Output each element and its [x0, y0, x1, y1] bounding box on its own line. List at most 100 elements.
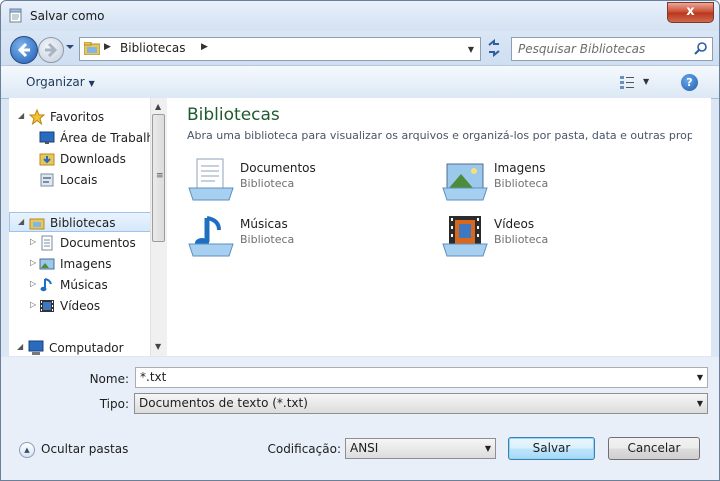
title-bar: Salvar como x	[1, 1, 719, 31]
encoding-label: Codificação:	[267, 442, 341, 456]
tree-item-computer[interactable]: ◢ Computador	[9, 338, 151, 356]
chevron-down-icon: ▼	[88, 79, 95, 88]
tree-label: Downloads	[60, 152, 126, 166]
videos-icon	[40, 300, 54, 312]
library-type: Biblioteca	[494, 233, 549, 246]
library-tile-music[interactable]: Músicas Biblioteca	[187, 214, 427, 258]
address-dropdown-icon[interactable]: ▼	[468, 45, 474, 54]
downloads-folder-icon	[39, 153, 55, 166]
music-icon	[40, 278, 52, 292]
library-type: Biblioteca	[240, 233, 295, 246]
file-name-label: Nome:	[89, 372, 129, 386]
library-tile-documents[interactable]: Documentos Biblioteca	[187, 158, 427, 202]
forward-arrow-icon	[45, 42, 58, 58]
library-type: Biblioteca	[240, 177, 295, 190]
file-name-input[interactable]: *.txt ▼	[135, 367, 708, 388]
close-button[interactable]: x	[667, 2, 714, 23]
music-library-icon	[188, 216, 234, 257]
recent-pages-dropdown-icon[interactable]	[66, 43, 74, 51]
organize-label: Organizar	[26, 75, 85, 89]
cancel-button[interactable]: Cancelar	[608, 437, 700, 460]
tree-item-desktop[interactable]: Área de Trabalho	[9, 128, 161, 148]
tree-item-documents[interactable]: ▷ Documentos	[9, 233, 151, 253]
notepad-icon	[9, 8, 22, 23]
recent-places-icon	[40, 173, 54, 187]
navigation-pane-scrollbar[interactable]: ▲ ≡ ▼	[150, 98, 167, 356]
documents-icon	[41, 235, 53, 251]
chevron-up-icon: ▲	[19, 442, 35, 458]
navigation-pane[interactable]: ◢ Favoritos Área de Trabalho Downloads L…	[9, 98, 167, 356]
tree-item-recent-places[interactable]: Locais	[9, 170, 151, 190]
encoding-select[interactable]: ANSI ▼	[345, 438, 496, 459]
expand-arrow-icon[interactable]: ▷	[30, 300, 36, 309]
chevron-down-icon[interactable]: ▼	[485, 444, 491, 453]
tree-label: Favoritos	[50, 110, 105, 124]
tree-label: Locais	[60, 173, 98, 187]
breadcrumb-arrow-icon[interactable]: ▶	[104, 42, 111, 52]
tree-item-music[interactable]: ▷ Músicas	[9, 275, 151, 295]
tree-label: Bibliotecas	[50, 216, 116, 230]
tree-label: Imagens	[60, 257, 112, 271]
tree-label: Computador	[49, 341, 124, 355]
libraries-folder-icon	[84, 42, 100, 55]
expand-arrow-icon[interactable]: ▷	[30, 258, 36, 267]
library-name: Documentos	[240, 161, 316, 175]
content-pane: Bibliotecas Abra uma biblioteca para vis…	[167, 98, 711, 356]
library-type: Biblioteca	[494, 177, 549, 190]
file-type-value: Documentos de texto (*.txt)	[139, 396, 308, 410]
chevron-down-icon[interactable]: ▼	[697, 399, 703, 408]
desktop-icon	[39, 131, 55, 144]
scroll-down-arrow-icon[interactable]: ▼	[155, 342, 161, 351]
refresh-icon[interactable]	[483, 37, 505, 59]
library-tile-videos[interactable]: Vídeos Biblioteca	[441, 214, 681, 258]
organize-menu-button[interactable]: Organizar ▼	[26, 75, 95, 89]
tree-item-pictures[interactable]: ▷ Imagens	[9, 254, 151, 274]
scrollbar-grip-icon: ≡	[156, 171, 164, 181]
file-type-label: Tipo:	[99, 397, 129, 411]
collapse-arrow-icon[interactable]: ◢	[18, 111, 24, 120]
search-input[interactable]	[516, 40, 690, 58]
collapse-arrow-icon[interactable]: ◢	[18, 217, 24, 226]
library-name: Imagens	[494, 161, 546, 175]
view-dropdown-icon[interactable]: ▼	[643, 77, 649, 86]
encoding-value: ANSI	[350, 441, 379, 455]
expand-arrow-icon[interactable]: ▷	[30, 237, 36, 246]
forward-button[interactable]	[38, 37, 64, 63]
tree-label: Documentos	[60, 236, 136, 250]
scrollbar-thumb[interactable]: ≡	[152, 114, 165, 242]
address-bar[interactable]: ▶ Bibliotecas ▶ ▼	[79, 37, 481, 61]
tree-label: Área de Trabalho	[60, 131, 162, 145]
tree-item-favorites[interactable]: ◢ Favoritos	[9, 107, 151, 127]
videos-library-icon	[442, 216, 488, 257]
save-button[interactable]: Salvar	[508, 437, 595, 460]
change-view-icon[interactable]	[619, 74, 635, 90]
computer-icon	[28, 340, 44, 355]
help-icon[interactable]: ?	[681, 74, 698, 91]
search-icon[interactable]	[694, 41, 708, 55]
tree-item-downloads[interactable]: Downloads	[9, 149, 151, 169]
collapse-arrow-icon[interactable]: ◢	[17, 342, 23, 351]
library-name: Músicas	[240, 217, 288, 231]
pictures-icon	[39, 258, 55, 270]
library-name: Vídeos	[494, 217, 535, 231]
file-type-select[interactable]: Documentos de texto (*.txt) ▼	[134, 393, 708, 414]
command-toolbar: Organizar ▼ ▼ ?	[1, 65, 719, 99]
scroll-up-arrow-icon[interactable]: ▲	[155, 102, 161, 111]
navigation-bar: ▶ Bibliotecas ▶ ▼	[1, 31, 719, 65]
back-arrow-icon	[17, 42, 30, 58]
tree-item-videos[interactable]: ▷ Vídeos	[9, 296, 151, 316]
page-title: Bibliotecas	[187, 105, 280, 125]
back-button[interactable]	[10, 36, 38, 64]
star-icon	[29, 109, 45, 125]
expand-arrow-icon[interactable]: ▷	[30, 279, 36, 288]
chevron-down-icon[interactable]: ▼	[697, 373, 703, 382]
breadcrumb-arrow-icon[interactable]: ▶	[201, 42, 208, 52]
library-tile-pictures[interactable]: Imagens Biblioteca	[441, 158, 681, 202]
documents-library-icon	[188, 158, 234, 201]
breadcrumb-libraries[interactable]: Bibliotecas	[120, 41, 185, 55]
tree-item-libraries[interactable]: ◢ Bibliotecas	[9, 212, 151, 232]
window-title: Salvar como	[30, 9, 105, 23]
tree-label: Músicas	[60, 278, 108, 292]
libraries-icon	[29, 218, 45, 230]
search-box[interactable]	[511, 37, 713, 61]
